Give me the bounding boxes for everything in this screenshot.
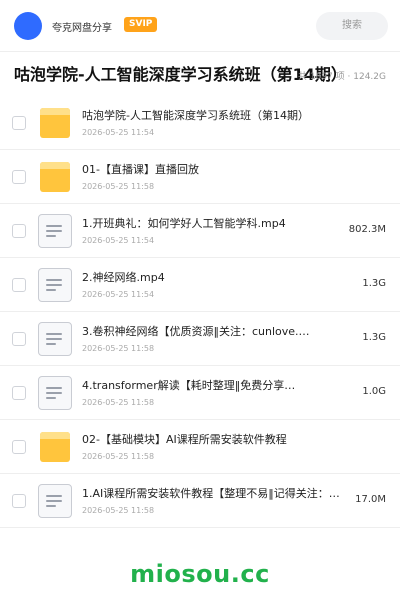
select-checkbox[interactable] [12, 170, 26, 184]
document-line [46, 500, 62, 502]
file-date: 2026-05-25 11:58 [82, 344, 155, 353]
file-name[interactable]: 1.开班典礼：如何学好人工智能学科.mp4 [82, 217, 350, 231]
document-line [46, 343, 56, 345]
file-date: 2026-05-25 11:58 [82, 182, 155, 191]
file-name[interactable]: 01-【直播课】直播回放 [82, 163, 350, 177]
list-item[interactable]: 2.神经网络.mp4 2026-05-25 11:54 1.3G [0, 258, 400, 312]
select-checkbox[interactable] [12, 386, 26, 400]
list-item[interactable]: 1.开班典礼：如何学好人工智能学科.mp4 2026-05-25 11:54 802… [0, 204, 400, 258]
file-date: 2026-05-25 11:54 [82, 128, 155, 137]
file-name[interactable]: 咕泡学院-人工智能深度学习系统班（第14期） [82, 109, 350, 123]
file-size: 1.0G [362, 386, 386, 397]
share-page: 夸克网盘分享 SVIP 搜索 咕泡学院-人工智能深度学习系统班（第14期） 共 … [0, 0, 400, 600]
list-item[interactable]: 1.AI课程所需安装软件教程【整理不易‖记得关注：… 2026-05-25 11:… [0, 474, 400, 528]
select-checkbox[interactable] [12, 332, 26, 346]
document-icon [38, 376, 72, 410]
document-line [46, 289, 56, 291]
folder-icon [38, 106, 72, 140]
document-line [46, 495, 62, 497]
document-line [46, 225, 62, 227]
vip-badge: SVIP [124, 17, 158, 32]
list-item[interactable]: 3.卷积神经网络【优质资源‖关注：cunlove.… 2026-05-25 11:… [0, 312, 400, 366]
folder-header: 咕泡学院-人工智能深度学习系统班（第14期） 共 1897 项124.2G [0, 52, 400, 96]
list-item[interactable]: 02-【基础模块】AI课程所需安装软件教程 2026-05-25 11:58 [0, 420, 400, 474]
select-checkbox[interactable] [12, 224, 26, 238]
document-icon [38, 322, 72, 356]
file-list: 咕泡学院-人工智能深度学习系统班（第14期） 2026-05-25 11:54 01… [0, 96, 400, 528]
file-date: 2026-05-25 11:58 [82, 398, 155, 407]
document-icon [38, 484, 72, 518]
folder-icon [38, 160, 72, 194]
username: 夸克网盘分享 [52, 23, 112, 34]
document-line [46, 279, 62, 281]
top-bar: 夸克网盘分享 SVIP 搜索 [0, 0, 400, 52]
item-count: 共 1897 项 [298, 72, 345, 82]
search-button[interactable]: 搜索 [316, 12, 388, 40]
total-size: 124.2G [345, 72, 386, 82]
file-size: 1.3G [362, 278, 386, 289]
document-line [46, 284, 62, 286]
document-line [46, 235, 56, 237]
folder-meta: 共 1897 项124.2G [298, 69, 386, 82]
file-date: 2026-05-25 11:58 [82, 506, 155, 515]
file-name[interactable]: 2.神经网络.mp4 [82, 271, 350, 285]
file-name[interactable]: 1.AI课程所需安装软件教程【整理不易‖记得关注：… [82, 487, 350, 501]
watermark: miosou.cc [130, 560, 270, 588]
document-line [46, 333, 62, 335]
file-size: 17.0M [355, 494, 386, 505]
file-date: 2026-05-25 11:54 [82, 236, 155, 245]
list-item[interactable]: 咕泡学院-人工智能深度学习系统班（第14期） 2026-05-25 11:54 [0, 96, 400, 150]
select-checkbox[interactable] [12, 494, 26, 508]
select-checkbox[interactable] [12, 278, 26, 292]
select-checkbox[interactable] [12, 440, 26, 454]
select-checkbox[interactable] [12, 116, 26, 130]
file-name[interactable]: 4.transformer解读【耗时整理‖免费分享… [82, 379, 350, 393]
file-name[interactable]: 02-【基础模块】AI课程所需安装软件教程 [82, 433, 350, 447]
document-line [46, 338, 62, 340]
file-size: 1.3G [362, 332, 386, 343]
avatar[interactable] [14, 12, 42, 40]
file-date: 2026-05-25 11:58 [82, 452, 155, 461]
list-item[interactable]: 4.transformer解读【耗时整理‖免费分享… 2026-05-25 11:… [0, 366, 400, 420]
document-line [46, 392, 62, 394]
document-line [46, 505, 56, 507]
list-item[interactable]: 01-【直播课】直播回放 2026-05-25 11:58 [0, 150, 400, 204]
page-title: 咕泡学院-人工智能深度学习系统班（第14期） [14, 65, 344, 84]
folder-icon [38, 430, 72, 464]
document-line [46, 230, 62, 232]
document-line [46, 397, 56, 399]
document-icon [38, 214, 72, 248]
file-size: 802.3M [348, 224, 386, 235]
document-line [46, 387, 62, 389]
document-icon [38, 268, 72, 302]
file-date: 2026-05-25 11:54 [82, 290, 155, 299]
file-name[interactable]: 3.卷积神经网络【优质资源‖关注：cunlove.… [82, 325, 350, 339]
